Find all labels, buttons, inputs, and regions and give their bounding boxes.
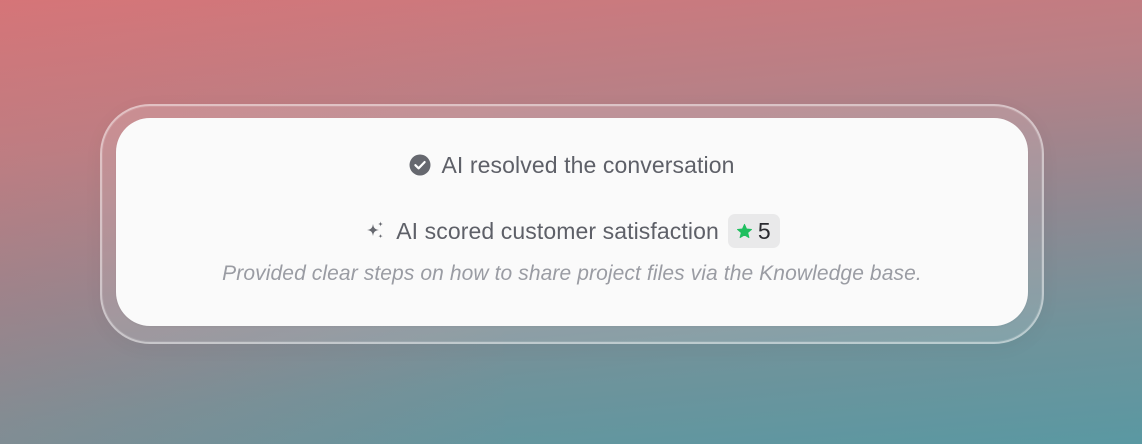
check-circle-icon (409, 154, 431, 176)
sparkles-icon (364, 220, 386, 242)
satisfaction-text: AI scored customer satisfaction (396, 217, 719, 244)
star-icon (736, 223, 753, 240)
score-value: 5 (757, 217, 771, 244)
conversation-summary-card: AI resolved the conversation AI scored c… (116, 118, 1028, 326)
satisfaction-note: Provided clear steps on how to share pro… (222, 262, 922, 285)
score-badge: 5 (727, 214, 780, 248)
satisfaction-score-row: AI scored customer satisfaction 5 (116, 214, 1028, 248)
resolved-status-row: AI resolved the conversation (116, 150, 1028, 180)
resolved-status-text: AI resolved the conversation (441, 151, 735, 178)
